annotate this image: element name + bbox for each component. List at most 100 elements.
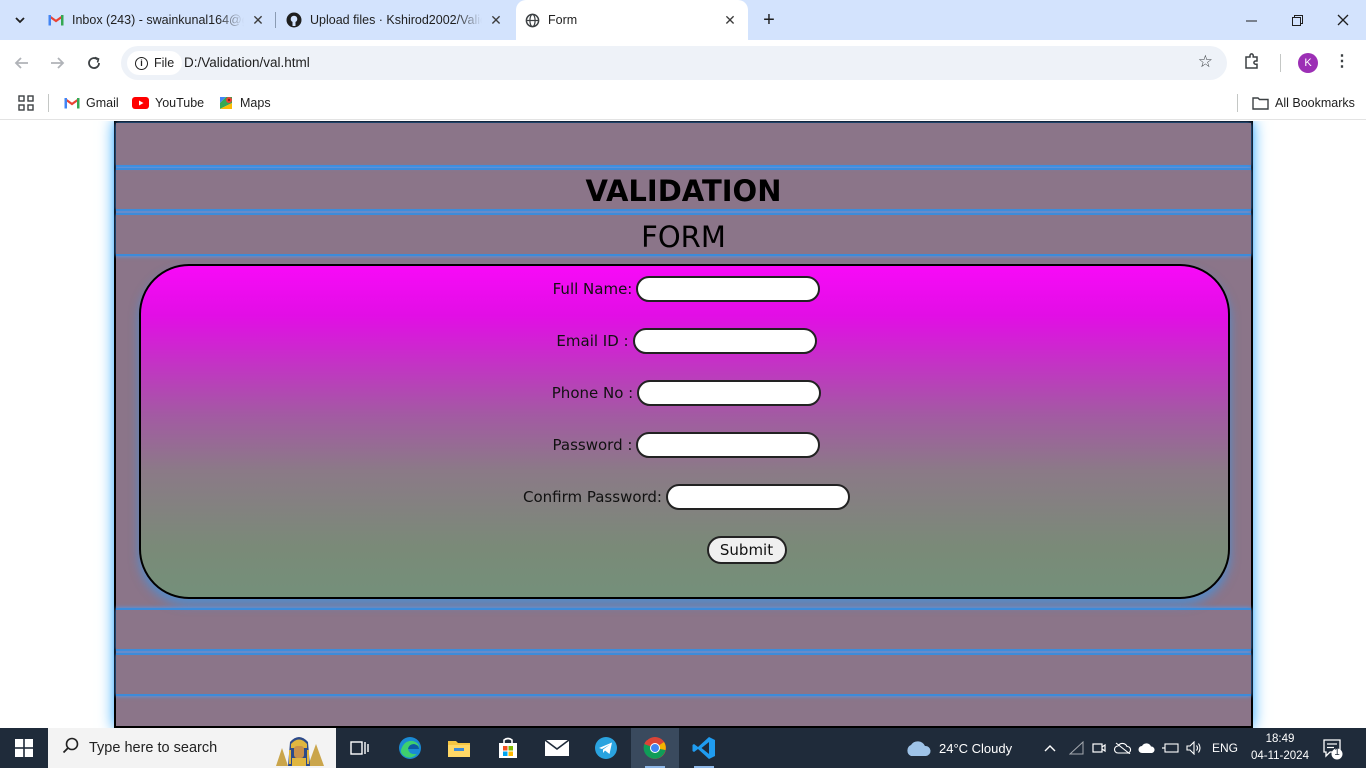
cloud-sync-icon <box>1138 743 1155 753</box>
submit-button[interactable]: Submit <box>706 536 787 564</box>
language-indicator[interactable]: ENG <box>1212 728 1238 768</box>
bookmarks-divider <box>48 94 49 112</box>
profile-avatar[interactable]: K <box>1298 53 1318 73</box>
restore-button[interactable] <box>1274 0 1320 40</box>
password-label: Password : <box>552 436 633 454</box>
decorative-band <box>116 123 1251 167</box>
address-bar[interactable]: i File D:/Validation/val.html ☆ <box>121 46 1227 80</box>
github-icon <box>286 12 302 28</box>
meet-now[interactable] <box>1092 728 1106 768</box>
network-status[interactable] <box>1069 728 1085 768</box>
tab-form[interactable]: Form ✕ <box>516 0 748 40</box>
store-icon <box>499 737 517 758</box>
chrome-button[interactable] <box>631 728 679 768</box>
close-tab-icon[interactable]: ✕ <box>488 12 504 29</box>
info-icon: i <box>135 56 148 70</box>
chevron-down-icon <box>15 17 25 24</box>
apps-button[interactable] <box>18 92 34 114</box>
start-button[interactable] <box>0 728 48 768</box>
confirm-password-input[interactable] <box>666 484 850 510</box>
reload-icon <box>88 56 100 69</box>
tab-gmail[interactable]: Inbox (243) - swainkunal164@g ✕ <box>48 0 266 40</box>
edge-button[interactable] <box>386 728 434 768</box>
file-explorer-icon <box>448 741 470 757</box>
close-window-button[interactable] <box>1320 0 1366 40</box>
notification-count: 1 <box>1334 747 1340 758</box>
bookmark-maps[interactable]: Maps <box>218 92 271 114</box>
weather-text: 24°C Cloudy <box>939 740 1013 756</box>
tab-strip: Inbox (243) - swainkunal164@g ✕ Upload f… <box>0 0 1366 40</box>
mail-button[interactable] <box>533 728 581 768</box>
store-button[interactable] <box>484 728 532 768</box>
password-input[interactable] <box>636 432 821 458</box>
toolbar-divider <box>1280 54 1281 72</box>
tab-divider <box>275 12 276 28</box>
confirm-password-label: Confirm Password: <box>522 488 662 506</box>
form-row-email: Email ID : <box>141 328 1232 354</box>
back-arrow-icon <box>14 57 28 69</box>
wifi-icon <box>1069 741 1084 755</box>
site-info-chip[interactable]: i File <box>127 51 183 75</box>
tab-title: Upload files · Kshirod2002/Valid <box>310 13 482 27</box>
system-clock[interactable]: 18:49 04-11-2024 <box>1245 731 1315 765</box>
new-tab-button[interactable]: + <box>757 8 781 32</box>
url-text[interactable]: D:/Validation/val.html <box>184 55 310 70</box>
tab-github[interactable]: Upload files · Kshirod2002/Valid ✕ <box>286 0 504 40</box>
taskbar-search[interactable]: Type here to search <box>48 728 336 768</box>
chrome-icon <box>643 737 666 759</box>
page-subtitle: FORM <box>641 220 726 254</box>
close-tab-icon[interactable]: ✕ <box>250 12 266 29</box>
search-highlight-illustration <box>268 730 330 766</box>
folder-icon <box>1252 96 1269 110</box>
bookmark-label: YouTube <box>155 96 205 110</box>
telegram-button[interactable] <box>582 728 630 768</box>
search-icon <box>62 737 79 759</box>
windows-logo-icon <box>15 739 33 757</box>
task-view-button[interactable] <box>336 728 384 768</box>
onedrive-sync[interactable] <box>1138 728 1156 768</box>
minimize-icon <box>1245 20 1257 21</box>
cloud-offline-icon <box>1114 742 1132 754</box>
phone-label: Phone No : <box>551 384 634 402</box>
maps-icon <box>218 95 234 111</box>
weather-widget[interactable]: 24°C Cloudy <box>904 728 1012 768</box>
back-button[interactable] <box>8 49 36 77</box>
email-label: Email ID : <box>556 332 629 350</box>
show-hidden-icons[interactable] <box>1044 728 1056 768</box>
extensions-icon[interactable] <box>1243 52 1261 75</box>
close-tab-icon[interactable]: ✕ <box>722 12 738 29</box>
phone-input[interactable] <box>637 380 822 406</box>
vscode-icon <box>692 737 715 759</box>
clock-time: 18:49 <box>1265 733 1295 745</box>
bookmark-star-icon[interactable]: ☆ <box>1198 52 1213 72</box>
minimize-button[interactable] <box>1228 0 1274 40</box>
more-menu-icon[interactable]: ⋮ <box>1334 51 1350 71</box>
edge-icon <box>399 737 421 759</box>
mail-icon <box>544 739 570 756</box>
email-input[interactable] <box>632 328 817 354</box>
file-explorer-button[interactable] <box>435 728 483 768</box>
task-view-icon <box>350 741 369 755</box>
onedrive-status[interactable] <box>1114 728 1132 768</box>
close-icon <box>1337 14 1349 26</box>
tab-search-button[interactable] <box>6 6 34 34</box>
bookmark-gmail[interactable]: Gmail <box>64 92 119 114</box>
tab-title: Form <box>548 13 578 27</box>
notification-center-button[interactable]: 1 <box>1322 738 1344 765</box>
clock-date: 04-11-2024 <box>1251 750 1309 762</box>
forward-button[interactable] <box>43 49 71 77</box>
all-bookmarks-button[interactable]: All Bookmarks <box>1252 92 1355 114</box>
vscode-button[interactable] <box>680 728 728 768</box>
power-status[interactable] <box>1162 728 1180 768</box>
reload-button[interactable] <box>80 49 108 77</box>
volume-control[interactable] <box>1186 728 1202 768</box>
youtube-icon <box>132 97 149 109</box>
full-name-input[interactable] <box>636 276 821 302</box>
bookmarks-bar: Gmail YouTube Maps All Bookmarks <box>0 86 1366 120</box>
all-bookmarks-label: All Bookmarks <box>1275 96 1355 110</box>
camera-icon <box>1092 743 1106 753</box>
cloud-icon <box>907 741 931 756</box>
full-name-label: Full Name: <box>552 280 633 298</box>
apps-grid-icon <box>18 95 34 111</box>
bookmark-youtube[interactable]: YouTube <box>132 92 204 114</box>
